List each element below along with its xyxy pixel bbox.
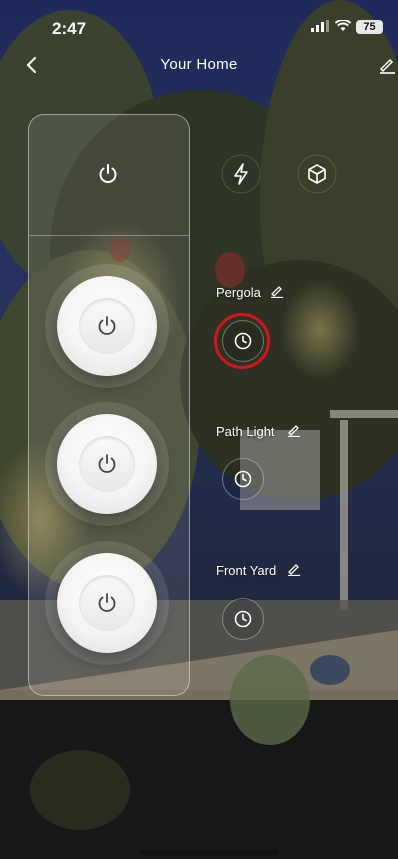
cube-icon[interactable] <box>297 154 337 194</box>
power-button-3[interactable] <box>57 553 157 653</box>
page-title: Your Home <box>160 56 238 73</box>
panel-divider <box>29 235 189 236</box>
app-screen: 2:47 75 Your Home Pergola Path Light Fro… <box>0 0 398 859</box>
wifi-icon <box>335 20 351 31</box>
highlight-ring <box>214 313 270 369</box>
edit-pencil-icon[interactable] <box>287 423 301 437</box>
edit-pencil-icon[interactable] <box>270 284 284 298</box>
status-time: 2:47 <box>52 19 87 38</box>
power-icon <box>98 316 116 335</box>
nav-bar: Your Home <box>0 50 398 84</box>
clock-icon <box>234 610 252 628</box>
status-bar: 2:47 75 <box>0 0 398 50</box>
scene-label-front-yard: Front Yard <box>216 563 277 578</box>
home-indicator <box>139 850 279 855</box>
scene-timer-front-yard[interactable] <box>222 598 264 640</box>
clock-icon <box>234 470 252 488</box>
power-button-2[interactable] <box>57 414 157 514</box>
scene-label-pergola: Pergola <box>216 285 261 300</box>
power-icon <box>98 593 116 612</box>
master-power-icon[interactable] <box>97 163 119 185</box>
edit-pencil-icon[interactable] <box>378 56 396 74</box>
lightning-icon[interactable] <box>221 154 261 194</box>
edit-pencil-icon[interactable] <box>287 562 301 576</box>
scene-label-path-light: Path Light <box>216 424 275 439</box>
scene-timer-path-light[interactable] <box>222 458 264 500</box>
cellular-signal-icon <box>311 20 329 32</box>
power-icon <box>98 454 116 473</box>
power-button-1[interactable] <box>57 276 157 376</box>
battery-indicator: 75 <box>356 20 383 34</box>
